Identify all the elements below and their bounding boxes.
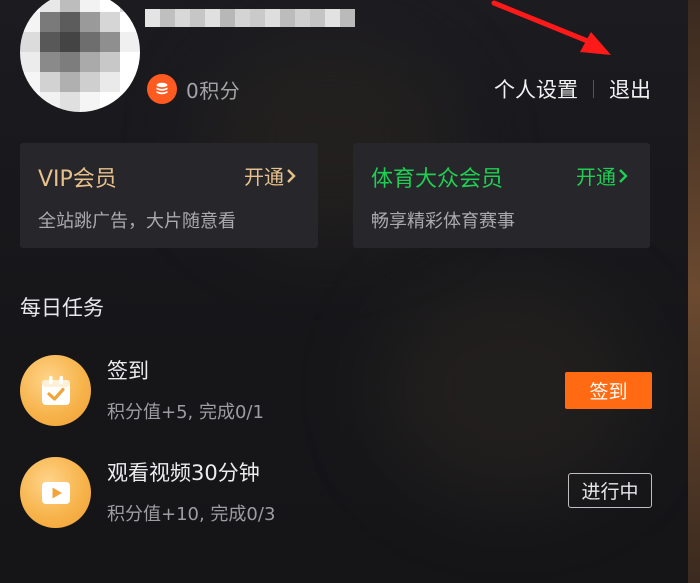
vip-subtitle: 全站跳广告，大片随意看 <box>38 211 236 232</box>
vip-title: VIP会员 <box>38 167 117 192</box>
avatar-pixel <box>60 0 80 12</box>
header-links: 个人设置 退出 <box>494 74 651 104</box>
username-mosaic-block <box>340 9 355 27</box>
sport-title: 体育大众会员 <box>371 167 504 192</box>
avatar-pixel <box>60 32 80 52</box>
logout-link[interactable]: 退出 <box>609 74 651 104</box>
avatar-pixel <box>40 92 60 112</box>
task-name: 签到 <box>107 359 149 383</box>
coin-icon <box>147 74 177 104</box>
avatar-pixel <box>40 52 60 72</box>
username-mosaic-block <box>310 9 325 27</box>
username-mosaic-block <box>205 9 220 27</box>
background-edge <box>688 0 700 583</box>
username-mosaic-block <box>295 9 310 27</box>
avatar-pixel <box>20 12 40 32</box>
user-panel: 0积分 个人设置 退出 VIP会员 开通 全站跳广告，大片随意看 体育大众会员 … <box>0 0 700 583</box>
username-mosaic-block <box>325 9 340 27</box>
username-mosaic <box>145 9 355 27</box>
avatar-pixel <box>20 0 40 12</box>
calendar-check-icon <box>20 355 91 426</box>
username-mosaic-block <box>265 9 280 27</box>
avatar-pixel <box>40 12 60 32</box>
avatar-pixel <box>20 32 40 52</box>
avatar-pixel <box>80 0 100 12</box>
daily-tasks-title: 每日任务 <box>20 296 104 320</box>
avatar-pixel <box>80 92 100 112</box>
avatar-pixel <box>100 52 120 72</box>
avatar[interactable] <box>20 0 140 112</box>
avatar-pixel <box>20 52 40 72</box>
username-mosaic-block <box>160 9 175 27</box>
in-progress-button[interactable]: 进行中 <box>568 473 652 508</box>
avatar-pixel <box>100 72 120 92</box>
avatar-pixel <box>40 72 60 92</box>
avatar-pixel <box>60 52 80 72</box>
points-info: 0积分 <box>147 74 240 104</box>
avatar-pixel <box>120 0 140 12</box>
avatar-pixel <box>120 32 140 52</box>
avatar-pixel <box>120 92 140 112</box>
avatar-pixel <box>100 32 120 52</box>
chevron-right-icon <box>619 168 628 183</box>
avatar-pixel <box>80 52 100 72</box>
username-mosaic-block <box>250 9 265 27</box>
link-divider <box>593 80 594 98</box>
points-value: 0积分 <box>186 78 241 103</box>
chevron-right-icon <box>287 168 296 183</box>
avatar-pixel <box>80 72 100 92</box>
signin-button[interactable]: 签到 <box>565 372 652 409</box>
task-name: 观看视频30分钟 <box>107 461 260 485</box>
avatar-pixel <box>60 12 80 32</box>
vip-open-button[interactable]: 开通 <box>244 161 298 190</box>
avatar-pixel <box>120 52 140 72</box>
sport-card[interactable]: 体育大众会员 开通 畅享精彩体育赛事 <box>353 143 650 248</box>
username-mosaic-block <box>175 9 190 27</box>
avatar-pixel <box>80 12 100 32</box>
avatar-pixel <box>60 92 80 112</box>
username-mosaic-block <box>235 9 250 27</box>
vip-open-label: 开通 <box>244 165 284 189</box>
avatar-pixel <box>100 12 120 32</box>
task-item-watch: 观看视频30分钟 积分值+10, 完成0/3 进行中 <box>20 457 652 531</box>
task-item-signin: 签到 积分值+5, 完成0/1 签到 <box>20 355 652 429</box>
avatar-pixel <box>120 72 140 92</box>
username-mosaic-block <box>220 9 235 27</box>
avatar-pixel <box>20 92 40 112</box>
annotation-arrow-icon <box>491 0 611 55</box>
avatar-pixel <box>20 72 40 92</box>
play-icon <box>20 457 91 528</box>
avatar-pixel <box>60 72 80 92</box>
settings-link[interactable]: 个人设置 <box>494 74 578 104</box>
username-mosaic-block <box>190 9 205 27</box>
username-mosaic-block <box>280 9 295 27</box>
avatar-pixel <box>100 92 120 112</box>
sport-open-button[interactable]: 开通 <box>576 161 630 190</box>
avatar-pixel <box>100 0 120 12</box>
sport-subtitle: 畅享精彩体育赛事 <box>371 211 515 232</box>
sport-open-label: 开通 <box>576 165 616 189</box>
task-desc: 积分值+10, 完成0/3 <box>107 504 276 525</box>
avatar-pixel <box>120 12 140 32</box>
vip-card[interactable]: VIP会员 开通 全站跳广告，大片随意看 <box>20 143 318 248</box>
avatar-pixel <box>40 32 60 52</box>
task-desc: 积分值+5, 完成0/1 <box>107 402 264 423</box>
avatar-pixel <box>40 0 60 12</box>
username-mosaic-block <box>145 9 160 27</box>
avatar-pixel <box>80 32 100 52</box>
